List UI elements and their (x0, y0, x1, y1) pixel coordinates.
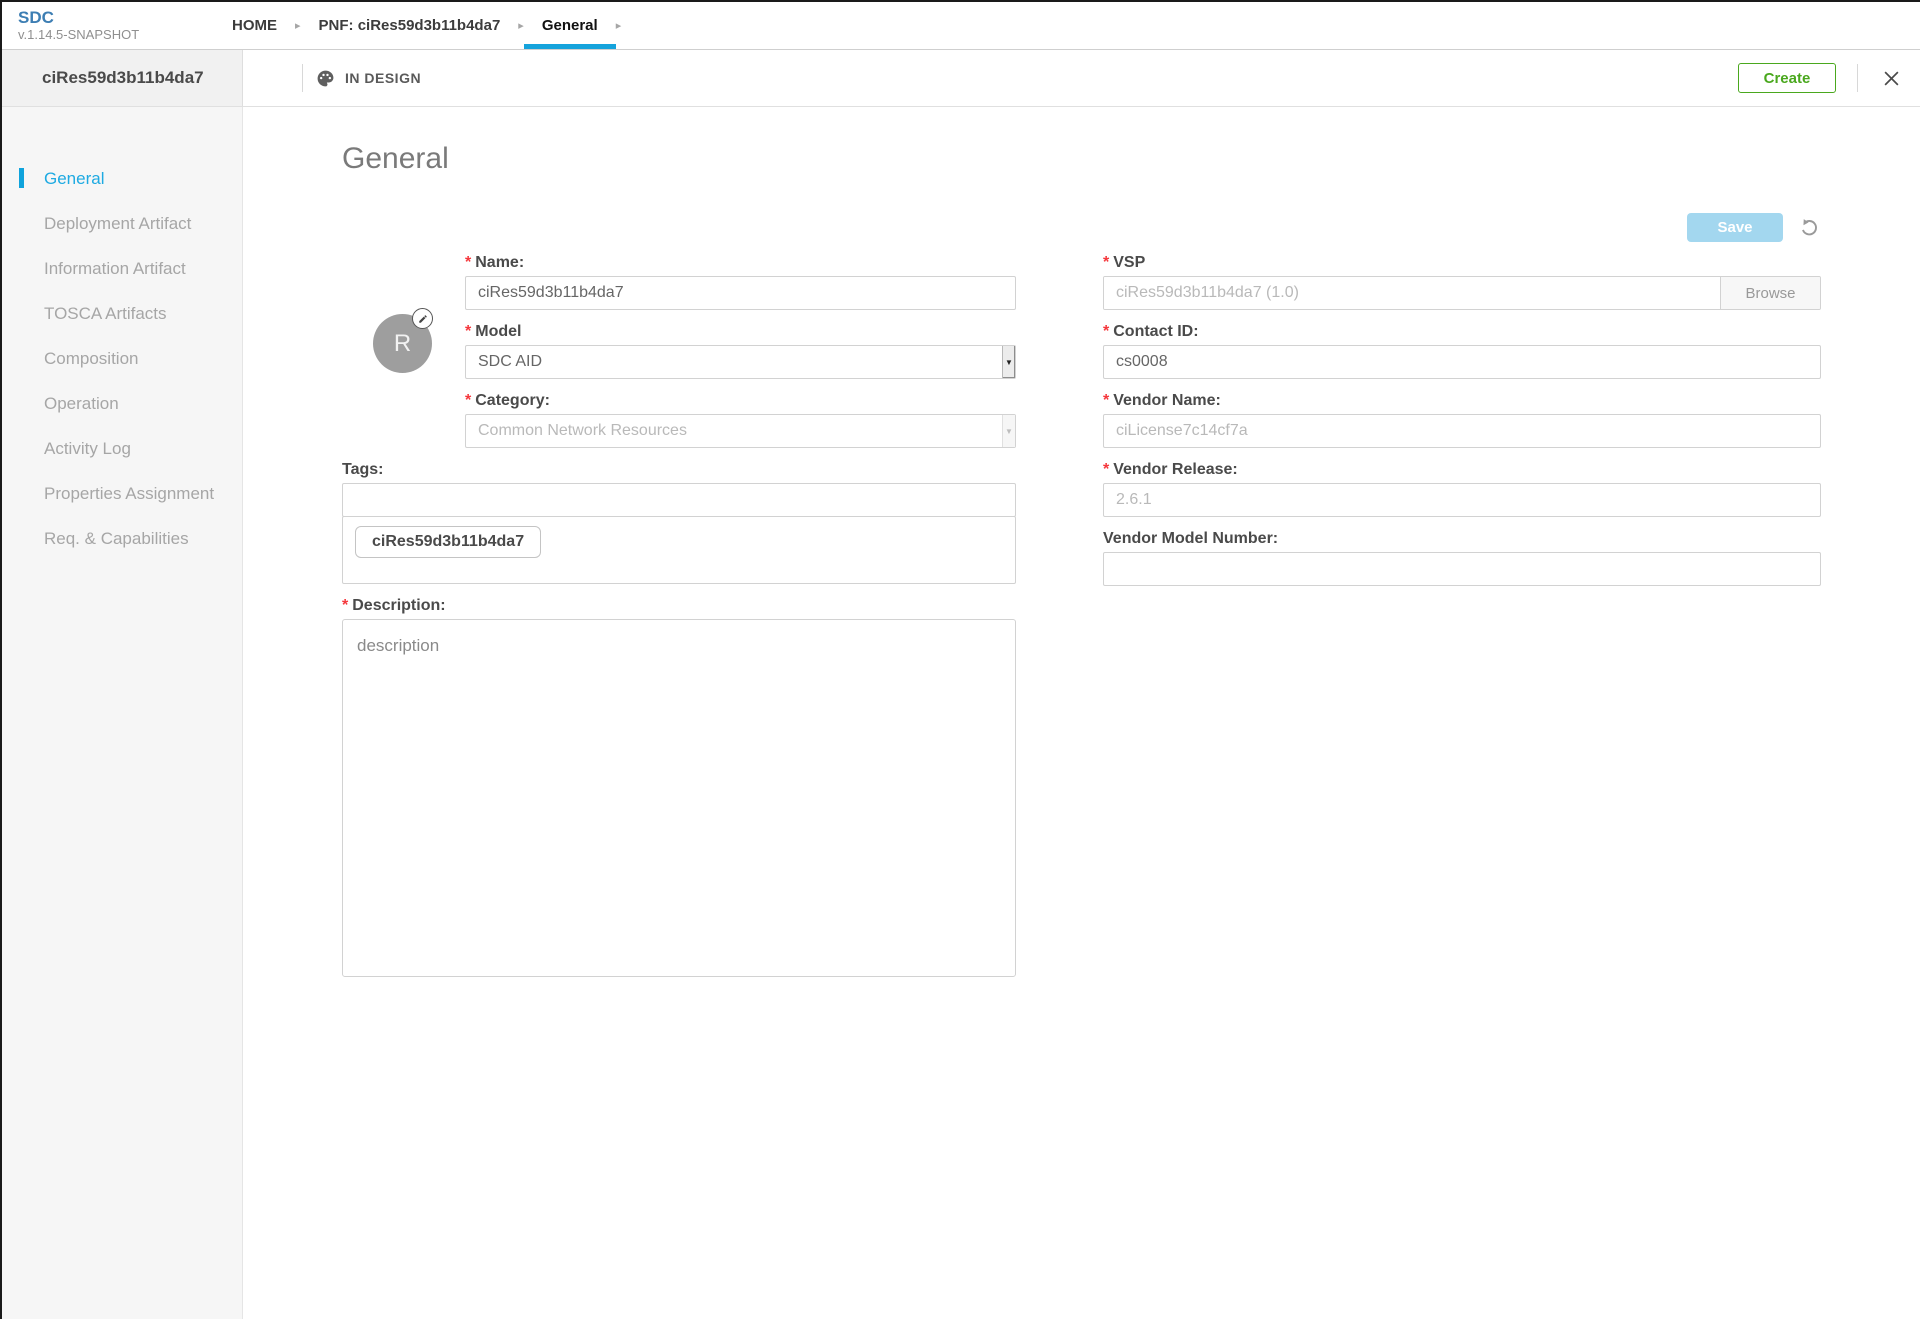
required-marker: * (342, 597, 349, 614)
contact-id-input[interactable] (1103, 345, 1821, 379)
sidebar-item-label: Req. & Capabilities (44, 528, 189, 548)
sidebar-item-label: Information Artifact (44, 258, 186, 278)
name-input[interactable] (465, 276, 1016, 310)
model-select-value: SDC AID (478, 353, 543, 370)
breadcrumb-pnf-label: PNF: ciRes59d3b11b4da7 (318, 17, 501, 34)
refresh-icon (1798, 219, 1821, 242)
sidebar-item-operation[interactable]: Operation (2, 381, 242, 426)
vendor-release-label: * Vendor Release: (1103, 461, 1238, 478)
model-select[interactable]: SDC AID ▼ (465, 345, 1016, 379)
avatar-edit-button[interactable] (412, 308, 433, 329)
avatar-letter: R (393, 329, 412, 357)
required-marker: * (465, 323, 472, 340)
description-textarea[interactable]: description (342, 619, 1016, 977)
vsp-field: Browse (1103, 276, 1821, 310)
sidebar-item-tosca-artifacts[interactable]: TOSCA Artifacts (2, 291, 242, 336)
main-content: General Save R * Name: ciRes59d3b11b4da7… (243, 107, 1920, 1319)
sidebar: General Deployment Artifact Information … (2, 107, 243, 1319)
close-button[interactable] (1879, 66, 1904, 91)
sidebar-item-properties-assignment[interactable]: Properties Assignment (2, 471, 242, 516)
tags-input[interactable] (342, 483, 1016, 517)
browse-button[interactable]: Browse (1720, 277, 1820, 309)
app-logo-title: SDC (18, 8, 54, 27)
divider (1857, 64, 1858, 92)
chevron-down-icon: ▼ (1002, 415, 1015, 447)
save-button[interactable]: Save (1687, 213, 1783, 242)
pencil-icon (418, 314, 428, 324)
breadcrumb-pnf[interactable]: PNF: ciRes59d3b11b4da7 (301, 2, 519, 49)
page-title: General (342, 142, 449, 175)
refresh-button[interactable] (1798, 216, 1821, 239)
required-marker: * (465, 254, 472, 271)
breadcrumb-home[interactable]: HOME (214, 2, 295, 49)
chevron-down-icon: ▼ (1002, 346, 1015, 378)
required-marker: * (1103, 254, 1110, 271)
contact-id-label: * Contact ID: (1103, 323, 1199, 340)
entity-header: ciRes59d3b11b4da7 IN DESIGN Create (2, 50, 1920, 107)
entity-header-main: IN DESIGN Create (243, 50, 1920, 106)
sidebar-item-general[interactable]: General (2, 156, 242, 201)
breadcrumb-general-label: General (541, 17, 598, 34)
tags-label: Tags: (342, 461, 384, 478)
sidebar-item-deployment-artifact[interactable]: Deployment Artifact (2, 201, 242, 246)
breadcrumb-arrow-icon: ▸ (615, 20, 622, 32)
sidebar-item-composition[interactable]: Composition (2, 336, 242, 381)
sidebar-item-label: Composition (44, 348, 139, 368)
vsp-label: * VSP (1103, 254, 1146, 271)
status-badge: IN DESIGN (345, 70, 422, 86)
category-label: * Category: (465, 392, 550, 409)
breadcrumb-home-label: HOME (232, 17, 277, 34)
entity-name-panel: ciRes59d3b11b4da7 (2, 50, 243, 106)
tag-chip: ciRes59d3b11b4da7 (355, 526, 542, 558)
active-indicator (19, 168, 24, 188)
sidebar-item-label: General (44, 168, 105, 188)
required-marker: * (1103, 461, 1110, 478)
entity-name: ciRes59d3b11b4da7 (42, 68, 204, 87)
lifecycle-status: IN DESIGN (316, 69, 421, 88)
sidebar-item-label: Operation (44, 393, 119, 413)
vendor-name-input[interactable] (1103, 414, 1821, 448)
breadcrumb: HOME ▸ PNF: ciRes59d3b11b4da7 ▸ General … (214, 2, 621, 49)
app-logo-version: v.1.14.5-SNAPSHOT (18, 27, 140, 42)
sidebar-item-label: Activity Log (44, 438, 131, 458)
sidebar-item-activity-log[interactable]: Activity Log (2, 426, 242, 471)
sidebar-item-information-artifact[interactable]: Information Artifact (2, 246, 242, 291)
sidebar-item-req-capabilities[interactable]: Req. & Capabilities (2, 516, 242, 561)
required-marker: * (1103, 323, 1110, 340)
sidebar-item-label: TOSCA Artifacts (44, 303, 167, 323)
divider (302, 64, 303, 92)
app-window: SDC v.1.14.5-SNAPSHOT HOME ▸ PNF: ciRes5… (0, 0, 1920, 1319)
tags-chips-container: ciRes59d3b11b4da7 (342, 516, 1016, 584)
vendor-model-number-input[interactable] (1103, 552, 1821, 586)
sidebar-item-label: Deployment Artifact (44, 213, 192, 233)
vendor-release-input[interactable] (1103, 483, 1821, 517)
sidebar-item-label: Properties Assignment (44, 483, 215, 503)
description-label: * Description: (342, 597, 446, 614)
required-marker: * (1103, 392, 1110, 409)
model-label: * Model (465, 323, 522, 340)
breadcrumb-general-tab[interactable]: General (523, 2, 616, 49)
create-button[interactable]: Create (1738, 63, 1836, 93)
top-bar: SDC v.1.14.5-SNAPSHOT HOME ▸ PNF: ciRes5… (2, 2, 1920, 50)
palette-icon (316, 69, 335, 88)
vendor-name-label: * Vendor Name: (1103, 392, 1221, 409)
vendor-model-number-label: Vendor Model Number: (1103, 530, 1279, 547)
required-marker: * (465, 392, 472, 409)
name-label: * Name: (465, 254, 525, 271)
close-icon (1883, 71, 1900, 90)
category-select-value: Common Network Resources (478, 422, 687, 439)
category-select[interactable]: Common Network Resources ▼ (465, 414, 1016, 448)
vsp-input[interactable] (1104, 277, 1720, 309)
app-logo: SDC v.1.14.5-SNAPSHOT (2, 2, 152, 49)
